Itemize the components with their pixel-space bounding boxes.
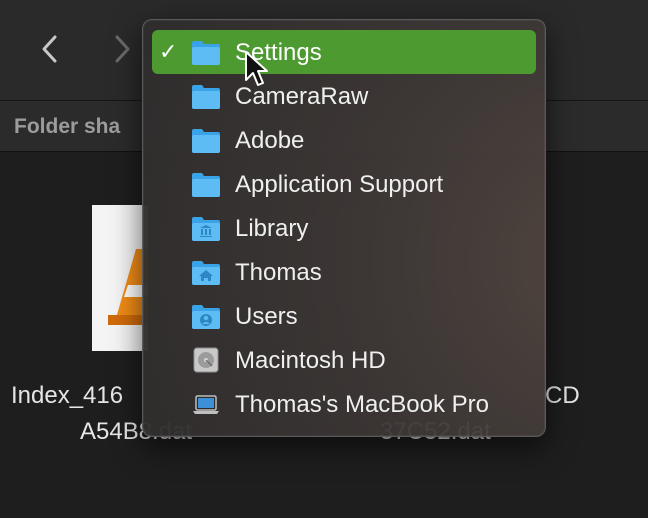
chevron-left-icon bbox=[42, 35, 57, 63]
hard-drive-icon bbox=[193, 347, 219, 373]
file-thumbnail[interactable] bbox=[92, 205, 148, 351]
file-name-line1[interactable]: CD bbox=[545, 382, 580, 410]
folder-icon bbox=[192, 129, 220, 153]
path-popup-menu: ✓ Settings CameraRaw Adobe Application S… bbox=[142, 19, 546, 437]
library-folder-icon bbox=[192, 217, 220, 241]
chevron-right-icon bbox=[115, 35, 130, 63]
menu-item-label: Users bbox=[235, 303, 298, 330]
menu-item-label: Thomas bbox=[235, 259, 322, 286]
checkmark-icon: ✓ bbox=[159, 39, 178, 64]
users-folder-icon bbox=[192, 305, 220, 329]
menu-item-adobe[interactable]: Adobe bbox=[152, 118, 536, 162]
menu-item-library[interactable]: Library bbox=[152, 206, 536, 250]
menu-item-application-support[interactable]: Application Support bbox=[152, 162, 536, 206]
folder-share-label: Folder sha bbox=[14, 115, 121, 138]
menu-item-settings[interactable]: ✓ Settings bbox=[152, 30, 536, 74]
menu-item-macintosh-hd[interactable]: Macintosh HD bbox=[152, 338, 536, 382]
home-folder-icon bbox=[192, 261, 220, 285]
mouse-pointer-icon bbox=[245, 51, 268, 86]
vlc-cone-icon bbox=[108, 249, 148, 325]
file-name-line1[interactable]: Index_416 bbox=[11, 382, 123, 410]
menu-item-label: Adobe bbox=[235, 127, 305, 154]
folder-icon bbox=[192, 41, 220, 65]
menu-item-label: Macintosh HD bbox=[235, 347, 386, 374]
forward-button[interactable] bbox=[104, 30, 140, 68]
laptop-icon bbox=[193, 395, 219, 414]
menu-item-label: Library bbox=[235, 215, 309, 242]
back-button[interactable] bbox=[32, 30, 68, 68]
folder-icon bbox=[192, 85, 220, 109]
menu-item-macbook-pro[interactable]: Thomas's MacBook Pro bbox=[152, 382, 536, 426]
menu-item-thomas[interactable]: Thomas bbox=[152, 250, 536, 294]
menu-item-users[interactable]: Users bbox=[152, 294, 536, 338]
menu-item-cameraraw[interactable]: CameraRaw bbox=[152, 74, 536, 118]
folder-icon bbox=[192, 173, 220, 197]
menu-item-label: Thomas's MacBook Pro bbox=[235, 391, 490, 418]
menu-item-label: Application Support bbox=[235, 171, 444, 198]
